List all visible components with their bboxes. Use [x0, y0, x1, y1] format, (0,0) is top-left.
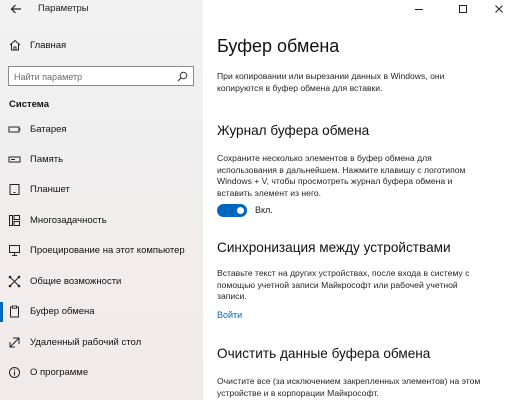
clear-line: Очистите все (за исключением закрепленны… [217, 376, 481, 386]
history-toggle-label: Вкл. [255, 205, 273, 215]
minimize-icon[interactable] [412, 2, 426, 16]
shared-experiences-icon [8, 275, 21, 288]
maximize-icon[interactable] [456, 2, 470, 16]
sync-heading: Синхронизация между устройствами [217, 240, 451, 255]
search-box[interactable] [8, 66, 194, 86]
page-title: Буфер обмена [217, 36, 340, 56]
close-icon[interactable] [492, 2, 506, 16]
sidebar-item-label: Удаленный рабочий стол [30, 337, 142, 348]
sidebar-item-label: О программе [30, 367, 89, 378]
sidebar-item-label: Общие возможности [30, 276, 122, 287]
sidebar-item-remote-desktop[interactable]: Удаленный рабочий стол [0, 331, 203, 355]
sidebar-item-label: Батарея [30, 124, 67, 135]
sidebar-item-label: Проецирование на этот компьютер [30, 245, 185, 256]
sidebar-item-battery[interactable]: Батарея [0, 118, 203, 142]
home-icon [9, 39, 21, 51]
sidebar: Параметры Главная Система Батарея Память [0, 0, 203, 400]
clear-heading: Очистить данные буфера обмена [217, 346, 431, 361]
toggle-knob [237, 207, 244, 214]
active-indicator [0, 302, 3, 322]
main-content: Буфер обмена При копировании или вырезан… [203, 0, 506, 400]
section-label-system: Система [9, 99, 49, 110]
sync-line: записи. [217, 291, 247, 302]
history-line: вставить элемент из него. [217, 187, 322, 198]
storage-icon [8, 156, 21, 163]
tablet-icon [9, 184, 20, 195]
back-arrow-icon[interactable] [9, 2, 23, 16]
window-title: Параметры [38, 3, 89, 14]
history-description: Сохраните несколько элементов в буфер об… [217, 153, 465, 199]
history-line: использования в дальнейшем. Нажмите клав… [217, 164, 466, 175]
clipboard-icon [10, 305, 19, 318]
sidebar-item-tablet[interactable]: Планшет [0, 178, 203, 202]
history-line: Сохраните несколько элементов в буфер об… [217, 153, 432, 163]
multitasking-icon [9, 215, 20, 226]
sidebar-item-label: Буфер обмена [30, 306, 95, 317]
intro-text: При копировании или вырезании данных в W… [217, 71, 444, 94]
history-toggle[interactable] [217, 204, 247, 217]
battery-icon [8, 126, 21, 133]
sidebar-item-label: Главная [30, 40, 67, 51]
sync-line: Вставьте текст на других устройствах, по… [217, 268, 470, 278]
sidebar-item-label: Память [30, 154, 64, 165]
sidebar-item-clipboard[interactable]: Буфер обмена [0, 300, 203, 324]
history-line: Windows + V, чтобы просмотреть журнал бу… [217, 176, 453, 187]
projecting-icon [9, 245, 20, 256]
history-heading: Журнал буфера обмена [217, 123, 370, 138]
intro-line: При копировании или вырезании данных в W… [217, 71, 445, 81]
sidebar-item-shared-experiences[interactable]: Общие возможности [0, 270, 203, 294]
sign-in-link[interactable]: Войти [217, 310, 242, 320]
clear-description: Очистите все (за исключением закрепленны… [217, 376, 480, 399]
intro-line: копируются в буфер обмена для вставки. [217, 82, 383, 93]
search-icon[interactable] [177, 71, 188, 82]
sidebar-item-multitasking[interactable]: Многозадачность [0, 209, 203, 233]
info-icon [9, 367, 20, 378]
sidebar-item-home[interactable]: Главная [0, 34, 203, 56]
sidebar-item-about[interactable]: О программе [0, 361, 203, 385]
sync-description: Вставьте текст на других устройствах, по… [217, 268, 469, 303]
sidebar-item-label: Планшет [30, 184, 70, 195]
sidebar-item-label: Многозадачность [30, 215, 107, 226]
search-input[interactable] [14, 70, 174, 83]
clear-line: устройстве и в корпорации Майкрософт. [217, 387, 379, 398]
sidebar-item-projecting[interactable]: Проецирование на этот компьютер [0, 239, 203, 263]
sidebar-item-storage[interactable]: Память [0, 148, 203, 172]
sync-line: помощью учетной записи Майкрософт или ра… [217, 279, 458, 290]
remote-desktop-icon [9, 337, 20, 348]
